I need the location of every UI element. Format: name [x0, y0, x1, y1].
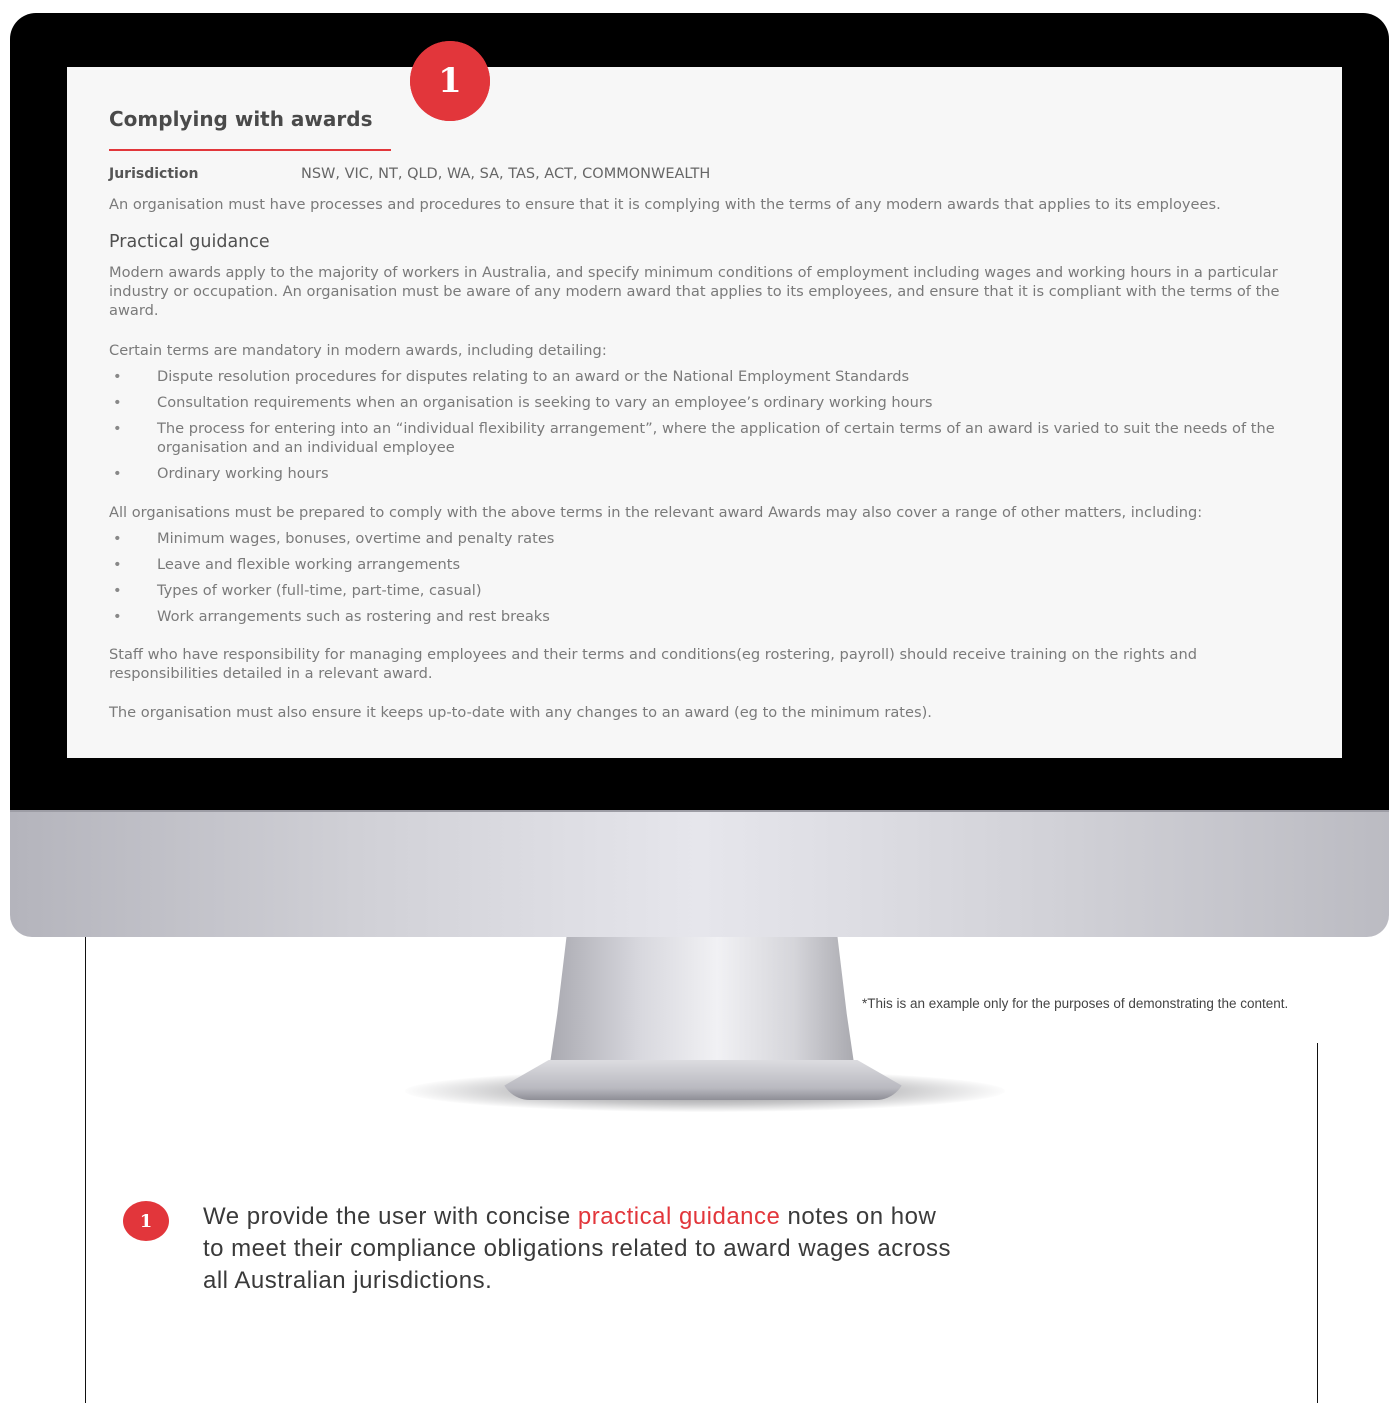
other-matters-list: Minimum wages, bonuses, overtime and pen… [109, 529, 1325, 633]
monitor-stand-base [500, 1060, 906, 1100]
list-item: The process for entering into an “indivi… [109, 419, 1325, 457]
intro-text: An organisation must have processes and … [109, 196, 1221, 213]
jurisdiction-label: Jurisdiction [109, 166, 199, 182]
badge-large-number: 1 [438, 61, 462, 101]
paragraph-3: All organisations must be prepared to co… [109, 504, 1203, 521]
title-underline [109, 149, 391, 151]
list-item: Dispute resolution procedures for disput… [109, 367, 1325, 386]
jurisdiction-value: NSW, VIC, NT, QLD, WA, SA, TAS, ACT, COM… [301, 166, 711, 182]
note-text-before: We provide the user with concise [203, 1203, 578, 1230]
list-item: Minimum wages, bonuses, overtime and pen… [109, 529, 1325, 548]
mandatory-terms-list: Dispute resolution procedures for disput… [109, 367, 1325, 490]
paragraph-2: Certain terms are mandatory in modern aw… [109, 342, 607, 359]
paragraph-5: The organisation must also ensure it kee… [109, 704, 932, 721]
list-item: Leave and flexible working arrangements [109, 555, 1325, 574]
list-item: Types of worker (full-time, part-time, c… [109, 581, 1325, 600]
note-highlight: practical guidance [577, 1203, 781, 1230]
guidance-note: We provide the user with concise practic… [203, 1201, 963, 1297]
paragraph-4: Staff who have responsibility for managi… [109, 646, 1197, 682]
badge-small-number: 1 [139, 1210, 153, 1232]
paragraph-1: Modern awards apply to the majority of w… [109, 264, 1280, 319]
list-item: Work arrangements such as rostering and … [109, 607, 1325, 626]
badge-large: 1 [410, 41, 490, 121]
monitor-screen: 1 Complying with awards Jurisdiction NSW,… [67, 41, 1342, 758]
jurisdiction-row: Jurisdiction NSW, VIC, NT, QLD, WA, SA, T… [109, 166, 710, 182]
list-item: Ordinary working hours [109, 464, 1325, 483]
monitor-stand-neck [548, 937, 856, 1077]
monitor-chin [10, 810, 1389, 937]
disclaimer-text: *This is an example only for the purpose… [862, 996, 1289, 1011]
badge-small: 1 [123, 1201, 169, 1241]
page-title: Complying with awards [109, 107, 373, 131]
list-item: Consultation requirements when an organi… [109, 393, 1325, 412]
right-guide-line [1317, 1043, 1318, 1403]
practical-guidance-heading: Practical guidance [109, 232, 270, 252]
